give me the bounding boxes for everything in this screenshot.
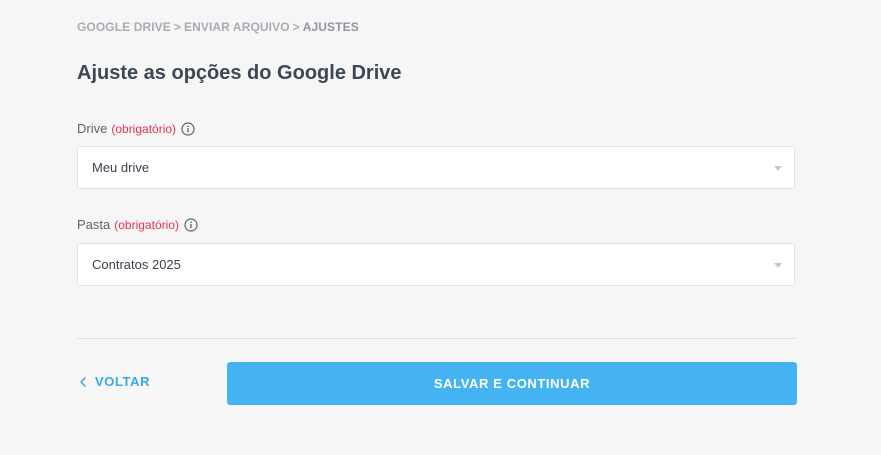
pasta-required-text: (obrigatório) <box>114 217 179 232</box>
breadcrumb-separator: > <box>292 20 300 34</box>
pasta-select[interactable]: Contratos 2025 <box>77 243 795 286</box>
drive-required-text: (obrigatório) <box>111 121 177 136</box>
drive-select-value: Meu drive <box>92 160 150 175</box>
divider <box>77 338 797 339</box>
info-icon[interactable] <box>181 121 195 136</box>
pasta-select-value: Contratos 2025 <box>92 257 181 272</box>
page-title: Ajuste as opções do Google Drive <box>77 62 402 84</box>
back-button[interactable]: VOLTAR <box>80 374 150 389</box>
breadcrumb-item-enviar-arquivo[interactable]: ENVIAR ARQUIVO <box>184 20 290 34</box>
info-icon[interactable] <box>184 217 198 232</box>
drive-select[interactable]: Meu drive <box>77 146 795 189</box>
breadcrumb: GOOGLE DRIVE > ENVIAR ARQUIVO > AJUSTES <box>77 20 359 34</box>
breadcrumb-item-google-drive[interactable]: GOOGLE DRIVE <box>77 20 171 34</box>
breadcrumb-separator: > <box>173 20 181 34</box>
breadcrumb-item-ajustes: AJUSTES <box>302 20 359 34</box>
pasta-field-label: Pasta (obrigatório) <box>77 217 198 232</box>
back-button-label: VOLTAR <box>95 374 151 389</box>
save-and-continue-button[interactable]: SALVAR E CONTINUAR <box>227 362 797 405</box>
caret-down-icon <box>774 165 782 171</box>
caret-down-icon <box>774 262 782 268</box>
pasta-label-text: Pasta <box>77 217 111 232</box>
drive-field-label: Drive (obrigatório) <box>77 121 195 136</box>
drive-label-text: Drive <box>77 121 108 136</box>
chevron-left-icon <box>80 376 86 387</box>
